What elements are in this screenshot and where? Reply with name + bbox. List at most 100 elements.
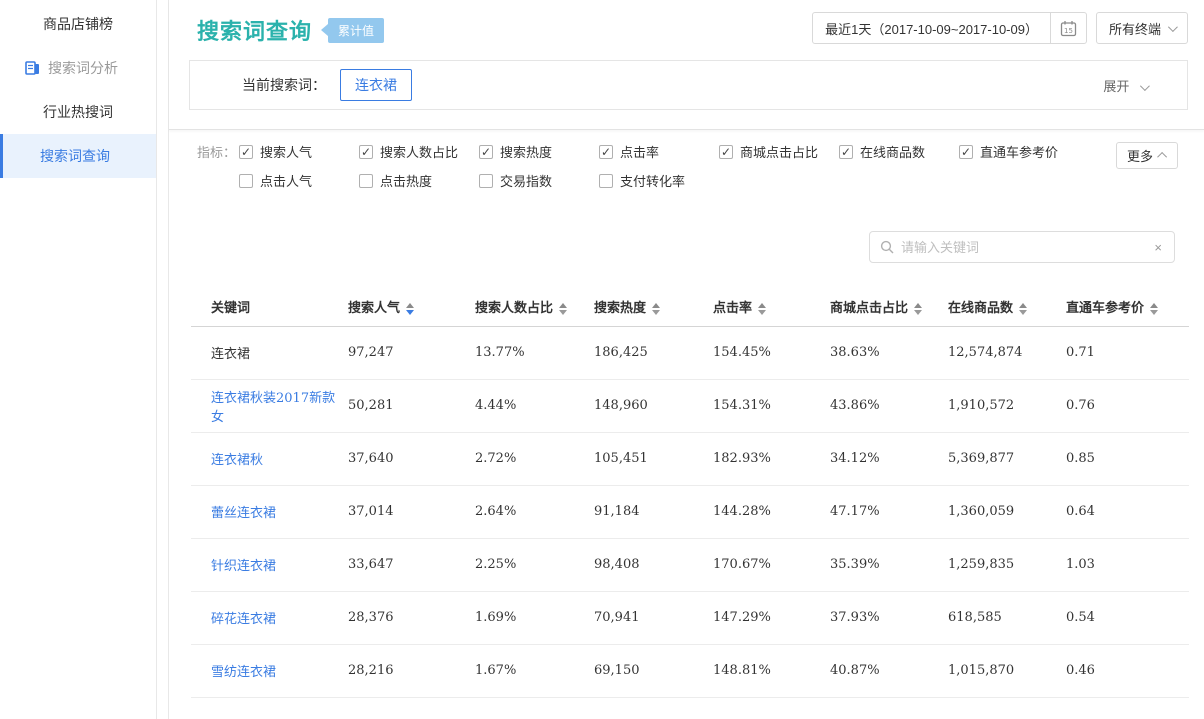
- metric-checkbox-label: 在线商品数: [860, 142, 925, 161]
- value-cell: 37,640: [348, 432, 475, 485]
- metric-checkbox-item[interactable]: ✓直通车参考价: [959, 142, 1079, 161]
- metric-checkbox-label: 搜索热度: [500, 142, 552, 161]
- value-cell: 97,247: [348, 326, 475, 379]
- value-cell: 35.39%: [830, 538, 948, 591]
- sidebar-item-search-word-analysis[interactable]: 搜索词分析: [0, 46, 156, 90]
- page-title: 搜索词查询: [197, 14, 312, 46]
- cumulative-value-badge: 累计值: [328, 18, 384, 43]
- metric-checkbox-label: 商城点击占比: [740, 142, 818, 161]
- metric-checkbox-item[interactable]: ✓ 在线商品数: [839, 142, 959, 161]
- current-term-label: 当前搜索词：: [242, 75, 326, 95]
- value-cell: 170.67%: [713, 538, 830, 591]
- value-cell: 618,585: [948, 591, 1066, 644]
- column-header-label: 搜索人数占比: [475, 300, 553, 315]
- checkbox-checked-icon[interactable]: ✓: [719, 145, 733, 159]
- metric-checkbox-label: 支付转化率: [620, 171, 685, 190]
- metric-checkbox-label: 点击率: [620, 142, 659, 161]
- metrics-row-1: ✓搜索人气✓搜索人数占比✓搜索热度✓点击率✓商城点击占比✓在线商品数✓直通车参考…: [239, 142, 1079, 161]
- sortable-column-header[interactable]: 搜索人数占比: [475, 288, 594, 326]
- metric-checkbox-item[interactable]: 交易指数: [479, 171, 599, 190]
- column-header-label: 搜索热度: [594, 300, 646, 315]
- metric-checkbox-item[interactable]: ✓ 商城点击占比: [719, 142, 839, 161]
- checkbox-unchecked-icon[interactable]: [239, 174, 253, 188]
- value-cell: 2.72%: [475, 432, 594, 485]
- date-range-picker[interactable]: 最近1天（2017-10-09~2017-10-09） 15: [812, 12, 1087, 44]
- sortable-column-header[interactable]: 点击率: [713, 288, 830, 326]
- value-cell: 40.87%: [830, 644, 948, 697]
- table-row: 连衣裙97,24713.77%186,425154.45%38.63%12,57…: [191, 326, 1189, 379]
- metric-checkbox-item[interactable]: 支付转化率: [599, 171, 719, 190]
- checkbox-checked-icon[interactable]: ✓: [839, 145, 853, 159]
- chevron-down-icon: [1140, 81, 1150, 91]
- keyword-search-input[interactable]: [901, 240, 1152, 255]
- terminal-filter-dropdown[interactable]: 所有终端: [1096, 12, 1188, 44]
- sort-arrows-icon[interactable]: [406, 303, 414, 315]
- sort-arrows-icon[interactable]: [758, 303, 766, 315]
- checkbox-checked-icon[interactable]: ✓: [599, 145, 613, 159]
- table-header-row: 关键词 搜索人气搜索人数占比 搜索热度 点击率 商城点击占比在线商品数 直通车参考价: [191, 288, 1189, 326]
- sidebar-item-label: 搜索词查询: [40, 146, 110, 166]
- value-cell: 2.25%: [475, 538, 594, 591]
- sidebar-item-label: 搜索词分析: [48, 58, 118, 78]
- sortable-column-header[interactable]: 直通车参考价: [1066, 288, 1189, 326]
- keyword-link-cell[interactable]: 连衣裙秋装2017新款女: [191, 379, 348, 432]
- sort-arrows-icon[interactable]: [1019, 303, 1027, 315]
- checkbox-unchecked-icon[interactable]: [599, 174, 613, 188]
- date-range-text[interactable]: 最近1天（2017-10-09~2017-10-09）: [813, 13, 1050, 43]
- keyword-link-cell[interactable]: 连衣裙秋: [191, 432, 348, 485]
- sort-arrows-icon[interactable]: [1150, 303, 1158, 315]
- keyword-link-cell[interactable]: 蕾丝连衣裙: [191, 485, 348, 538]
- checkbox-checked-icon[interactable]: ✓: [479, 145, 493, 159]
- value-cell: 0.85: [1066, 432, 1189, 485]
- metric-checkbox-item[interactable]: ✓ 搜索人数占比: [359, 142, 479, 161]
- sort-arrows-icon[interactable]: [914, 303, 922, 315]
- value-cell: 13.77%: [475, 326, 594, 379]
- sortable-column-header[interactable]: 搜索热度: [594, 288, 713, 326]
- metric-checkbox-item[interactable]: ✓搜索人气: [239, 142, 359, 161]
- value-cell: 33,647: [348, 538, 475, 591]
- metric-checkbox-item[interactable]: ✓ 搜索热度: [479, 142, 599, 161]
- sortable-column-header[interactable]: 搜索人气: [348, 288, 475, 326]
- metric-checkbox-item[interactable]: ✓ 点击率: [599, 142, 719, 161]
- column-header-label: 关键词: [211, 300, 250, 315]
- checkbox-checked-icon[interactable]: ✓: [239, 145, 253, 159]
- main-content: 搜索词查询 累计值 最近1天（2017-10-09~2017-10-09） 15…: [168, 0, 1204, 719]
- sortable-column-header[interactable]: 商城点击占比: [830, 288, 948, 326]
- checkbox-checked-icon[interactable]: ✓: [959, 145, 973, 159]
- sortable-column-header[interactable]: 在线商品数: [948, 288, 1066, 326]
- sort-arrows-icon[interactable]: [559, 303, 567, 315]
- checkbox-checked-icon[interactable]: ✓: [359, 145, 373, 159]
- current-term-tag[interactable]: 连衣裙: [340, 69, 412, 101]
- sort-arrows-icon[interactable]: [652, 303, 660, 315]
- keywords-table: 关键词 搜索人气搜索人数占比 搜索热度 点击率 商城点击占比在线商品数 直通车参考价 连衣…: [191, 288, 1188, 698]
- column-header-label: 点击率: [713, 300, 752, 315]
- sidebar-item-label: 商品店铺榜: [43, 14, 113, 34]
- column-header-label: 在线商品数: [948, 300, 1013, 315]
- calendar-icon[interactable]: 15: [1050, 13, 1086, 43]
- sidebar-item-industry-hot-words[interactable]: 行业热搜词: [0, 90, 156, 134]
- more-label: 更多: [1127, 146, 1153, 165]
- metric-checkbox-item[interactable]: 点击人气: [239, 171, 359, 190]
- metric-checkbox-label: 搜索人数占比: [380, 142, 458, 161]
- sidebar-item-search-word-query[interactable]: 搜索词查询: [0, 134, 156, 178]
- value-cell: 69,150: [594, 644, 713, 697]
- sidebar-item-product-shop-ranking[interactable]: 商品店铺榜: [0, 2, 156, 46]
- table-row: 蕾丝连衣裙37,0142.64%91,184144.28%47.17%1,360…: [191, 485, 1189, 538]
- more-metrics-button[interactable]: 更多: [1116, 142, 1178, 169]
- metric-checkbox-item[interactable]: 点击热度: [359, 171, 479, 190]
- clear-search-icon[interactable]: ×: [1152, 240, 1164, 255]
- keyword-link-cell[interactable]: 针织连衣裙: [191, 538, 348, 591]
- expand-toggle[interactable]: 展开: [1103, 76, 1147, 95]
- value-cell: 154.45%: [713, 326, 830, 379]
- keyword-search-box: ×: [869, 231, 1175, 263]
- keyword-link-cell[interactable]: 碎花连衣裙: [191, 591, 348, 644]
- terminal-filter-label: 所有终端: [1109, 19, 1161, 38]
- value-cell: 28,216: [348, 644, 475, 697]
- value-cell: 0.64: [1066, 485, 1189, 538]
- metrics-row-2: 点击人气点击热度交易指数 支付转化率: [239, 171, 719, 190]
- checkbox-unchecked-icon[interactable]: [479, 174, 493, 188]
- keyword-link-cell[interactable]: 雪纺连衣裙: [191, 644, 348, 697]
- checkbox-unchecked-icon[interactable]: [359, 174, 373, 188]
- value-cell: 5,369,877: [948, 432, 1066, 485]
- value-cell: 148,960: [594, 379, 713, 432]
